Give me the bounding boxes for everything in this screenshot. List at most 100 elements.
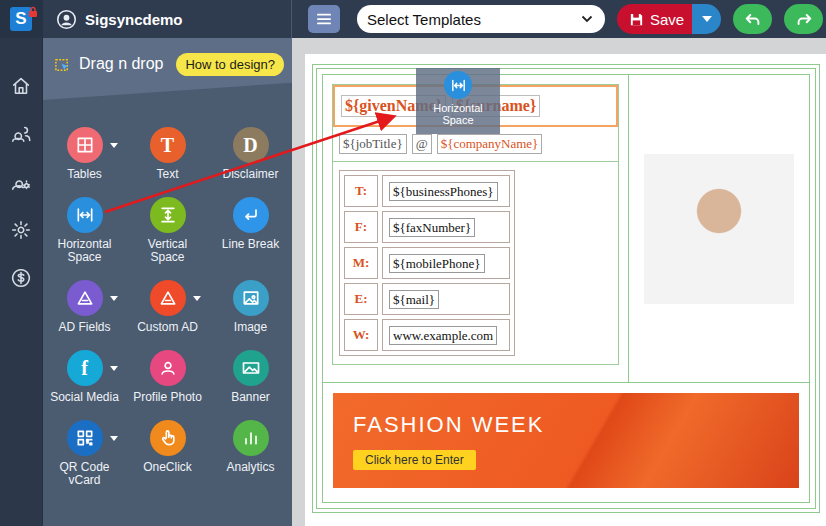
redo-icon xyxy=(795,12,813,27)
tool-button[interactable] xyxy=(67,420,103,456)
tool-glyph: D xyxy=(243,134,257,157)
tool-item[interactable]: AD Fields xyxy=(43,280,126,334)
signature-table: ${givenName}${surname}${jobTitle}@${comp… xyxy=(322,74,810,503)
tool-label: Text xyxy=(156,168,178,181)
chevron-down-icon xyxy=(581,15,593,23)
logo[interactable]: S xyxy=(0,0,43,38)
drag-ghost[interactable]: Horizontal Space xyxy=(416,68,500,134)
contact-value[interactable]: ${businessPhones} xyxy=(389,182,498,201)
tool-menu-caret-icon[interactable] xyxy=(110,366,118,371)
contact-value[interactable]: www.example.com xyxy=(389,326,497,345)
billing-icon xyxy=(10,267,32,289)
tool-label: Banner xyxy=(231,391,270,404)
tool-button[interactable] xyxy=(233,420,269,456)
tool-label: Custom AD xyxy=(137,321,198,334)
signature-frame-inner: ${givenName}${surname}${jobTitle}@${comp… xyxy=(316,68,816,509)
tool-button[interactable]: T xyxy=(150,127,186,163)
help-button[interactable]: How to design? xyxy=(176,53,284,76)
contact-label[interactable]: F: xyxy=(344,211,378,243)
tool-button[interactable] xyxy=(67,280,103,316)
banner[interactable]: FASHION WEEKClick here to Enter xyxy=(333,393,799,488)
tool-icon: f xyxy=(67,350,103,386)
redo-button[interactable] xyxy=(784,4,823,34)
tool-label: Horizontal Space xyxy=(50,238,120,264)
palette: Drag n dropHow to design? Tables T Text DDis… xyxy=(43,38,292,526)
tool-symbol-icon xyxy=(75,205,95,225)
save-group: Save xyxy=(617,4,721,34)
rail-button[interactable] xyxy=(9,267,33,289)
tool-menu-caret-icon[interactable] xyxy=(110,143,118,148)
tool-item[interactable]: Image xyxy=(209,280,292,334)
tool-button[interactable] xyxy=(67,127,103,163)
tool-symbol-icon xyxy=(75,288,95,308)
tool-button[interactable] xyxy=(67,197,103,233)
account[interactable]: Sigsyncdemo xyxy=(43,0,292,38)
undo-button[interactable] xyxy=(733,4,772,34)
palette-header: Drag n dropHow to design? xyxy=(43,38,292,100)
title-field[interactable]: ${jobTitle} xyxy=(339,134,407,154)
tool-button[interactable] xyxy=(150,197,186,233)
account-name: Sigsyncdemo xyxy=(85,11,183,28)
tool-item[interactable]: f Social Media xyxy=(43,350,126,404)
toolbar: Select Templates Save xyxy=(292,0,826,38)
caret-icon xyxy=(702,16,712,22)
top-bar: Sigsyncdemo Select Templates Save xyxy=(43,0,826,38)
contact-row: E: ${mail} xyxy=(344,283,510,315)
profile-photo[interactable] xyxy=(644,154,794,304)
contact-label[interactable]: E: xyxy=(344,283,378,315)
banner-cta[interactable]: Click here to Enter xyxy=(353,450,476,470)
tool-grid: Tables T Text DDisclaimer Horizontal SpaceVe… xyxy=(43,100,292,487)
user-settings-icon xyxy=(10,171,32,193)
save-button[interactable]: Save xyxy=(617,4,692,34)
tool-symbol-icon xyxy=(241,358,261,378)
menu-button[interactable] xyxy=(308,5,340,33)
tool-item[interactable]: Line Break xyxy=(209,197,292,264)
tool-button[interactable] xyxy=(233,350,269,386)
tool-item[interactable]: QR Code vCard xyxy=(43,420,126,487)
tool-button[interactable] xyxy=(233,197,269,233)
template-select[interactable]: Select Templates xyxy=(357,5,605,33)
rail-button[interactable] xyxy=(9,75,33,97)
tool-button[interactable] xyxy=(150,350,186,386)
tool-item[interactable]: Horizontal Space xyxy=(43,197,126,264)
tool-item[interactable]: Profile Photo xyxy=(126,350,209,404)
rail-button[interactable] xyxy=(9,123,33,145)
tool-label: Social Media xyxy=(50,391,119,404)
tool-item[interactable]: Vertical Space xyxy=(126,197,209,264)
tool-item[interactable]: DDisclaimer xyxy=(209,127,292,181)
title-field[interactable]: ${companyName} xyxy=(437,134,543,154)
tool-item[interactable]: Banner xyxy=(209,350,292,404)
rail-button[interactable] xyxy=(9,219,33,241)
tool-icon xyxy=(150,420,186,456)
tool-button[interactable] xyxy=(233,280,269,316)
tool-icon xyxy=(233,280,269,316)
tool-item[interactable]: Tables xyxy=(43,127,126,181)
contact-value[interactable]: ${faxNumber} xyxy=(389,218,475,237)
tool-item[interactable]: T Text xyxy=(126,127,209,181)
tool-menu-caret-icon[interactable] xyxy=(193,296,201,301)
contact-value[interactable]: ${mail} xyxy=(389,290,439,309)
tool-symbol-icon xyxy=(158,428,178,448)
rail-button[interactable] xyxy=(9,171,33,193)
tool-item[interactable]: Analytics xyxy=(209,420,292,487)
template-placeholder: Select Templates xyxy=(367,11,481,28)
tool-label: Image xyxy=(234,321,267,334)
tool-button[interactable] xyxy=(150,420,186,456)
contact-value[interactable]: ${mobilePhone} xyxy=(389,254,485,273)
drag-ghost-label: Horizontal Space xyxy=(423,102,493,126)
settings-icon xyxy=(10,219,32,241)
tool-item[interactable]: OneClick xyxy=(126,420,209,487)
save-options-button[interactable] xyxy=(692,4,721,34)
tool-button[interactable]: f xyxy=(67,350,103,386)
contact-cell: ${mail} xyxy=(382,283,510,315)
tool-symbol-icon xyxy=(158,358,178,378)
contact-label[interactable]: W: xyxy=(344,319,378,351)
contact-label[interactable]: T: xyxy=(344,175,378,207)
tool-button[interactable]: D xyxy=(233,127,269,163)
contact-label[interactable]: M: xyxy=(344,247,378,279)
tool-item[interactable]: Custom AD xyxy=(126,280,209,334)
tool-button[interactable] xyxy=(150,280,186,316)
tool-menu-caret-icon[interactable] xyxy=(110,296,118,301)
title-field[interactable]: @ xyxy=(412,134,432,154)
tool-menu-caret-icon[interactable] xyxy=(110,436,118,441)
